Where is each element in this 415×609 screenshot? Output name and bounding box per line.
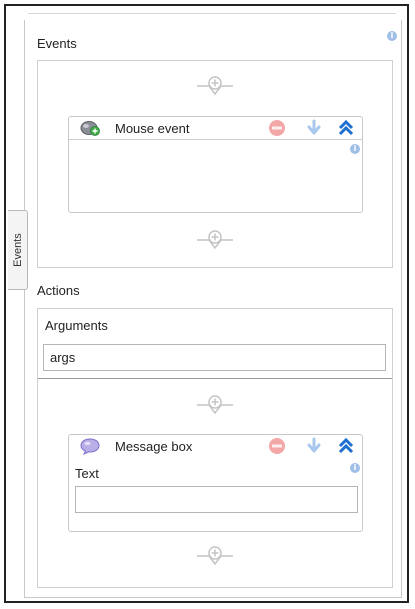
info-icon[interactable]: i: [350, 144, 360, 154]
message-text-input[interactable]: [75, 486, 358, 513]
info-icon[interactable]: i: [387, 31, 397, 41]
stop-icon[interactable]: [268, 437, 286, 455]
arrow-down-icon[interactable]: [305, 437, 323, 455]
arguments-input[interactable]: [43, 344, 386, 371]
stop-icon[interactable]: [268, 119, 286, 137]
arrow-down-icon[interactable]: [305, 119, 323, 137]
info-icon[interactable]: i: [350, 463, 360, 473]
arguments-label: Arguments: [45, 318, 108, 333]
events-heading: Events: [37, 36, 77, 51]
add-drop-target-icon[interactable]: [195, 393, 235, 417]
double-chevron-up-icon[interactable]: [337, 437, 355, 455]
message-box-card-header: Message box: [69, 435, 362, 457]
text-field-label: Text: [75, 466, 99, 481]
events-side-tab[interactable]: Events: [8, 210, 28, 290]
arguments-divider: [38, 378, 392, 379]
add-drop-target-icon[interactable]: [195, 228, 235, 252]
add-drop-target-icon[interactable]: [195, 544, 235, 568]
actions-heading: Actions: [37, 283, 80, 298]
mouse-event-card[interactable]: Mouse event i: [68, 116, 363, 213]
double-chevron-up-icon[interactable]: [337, 119, 355, 137]
message-box-card[interactable]: Message box i Text: [68, 434, 363, 532]
message-box-icon: [80, 438, 100, 455]
mouse-event-icon: [80, 121, 100, 136]
add-drop-target-icon[interactable]: [195, 74, 235, 98]
mouse-event-card-header: Mouse event: [69, 117, 362, 140]
events-side-tab-label: Events: [11, 233, 24, 267]
message-box-title: Message box: [115, 439, 193, 454]
mouse-event-title: Mouse event: [115, 121, 190, 136]
